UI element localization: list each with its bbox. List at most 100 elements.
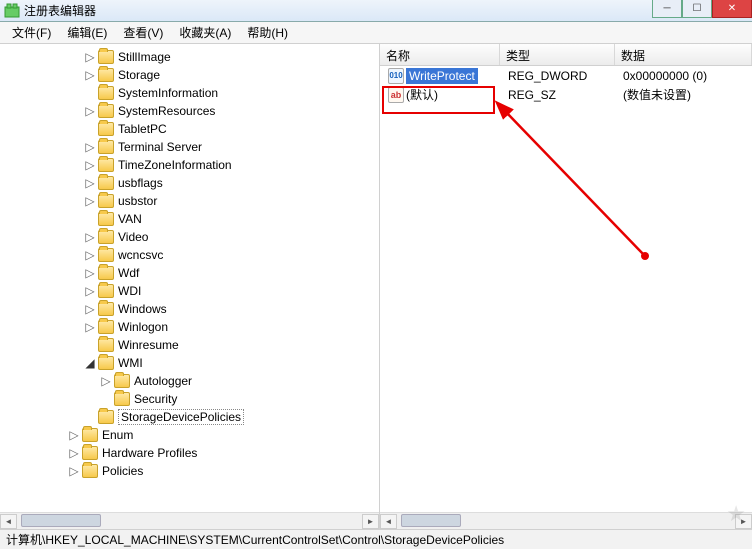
tree-item[interactable]: ◢WMI [4,354,379,372]
window-title: 注册表编辑器 [24,2,96,19]
value-row[interactable]: ab(默认)REG_SZ(数值未设置) [380,85,752,104]
tree-panel: ▷StillImage▷StorageSystemInformation▷Sys… [0,44,380,529]
tree-scroll-thumb[interactable] [21,514,101,527]
tree-item[interactable]: ▷ Policies [4,462,379,480]
tree-item[interactable]: ▷Video [4,228,379,246]
tree-item[interactable]: Winresume [4,336,379,354]
value-type: REG_SZ [504,88,619,102]
tree-item[interactable]: StorageDevicePolicies [4,408,379,426]
client-area: ▷StillImage▷StorageSystemInformation▷Sys… [0,44,752,529]
tree-item-label: Autologger [134,374,192,388]
tree-item-label: TimeZoneInformation [118,158,232,172]
list-scroll-left-button[interactable]: ◄ [380,514,397,529]
expander-collapsed-icon[interactable]: ▷ [84,231,96,243]
list-hscrollbar[interactable]: ◄ ► [380,512,752,529]
list-scroll-right-button[interactable]: ► [735,514,752,529]
tree-item[interactable]: ▷ TimeZoneInformation [4,156,379,174]
value-row[interactable]: 010WriteProtectREG_DWORD0x00000000 (0) [380,66,752,85]
folder-icon [98,338,114,352]
expander-collapsed-icon[interactable]: ▷ [68,429,80,441]
menu-bar: 文件(F) 编辑(E) 查看(V) 收藏夹(A) 帮助(H) [0,22,752,44]
folder-icon [82,464,98,478]
expander-collapsed-icon[interactable]: ▷ [100,375,112,387]
expander-collapsed-icon[interactable]: ▷ [84,141,96,153]
tree-item[interactable]: ▷ Autologger [4,372,379,390]
tree-item-label: Enum [102,428,133,442]
expander-collapsed-icon[interactable]: ▷ [84,321,96,333]
tree-item[interactable]: ▷ Windows [4,300,379,318]
scroll-right-button[interactable]: ► [362,514,379,529]
column-header-name[interactable]: 名称 [380,44,500,65]
folder-icon [98,266,114,280]
expander-collapsed-icon[interactable]: ▷ [84,249,96,261]
tree-item-label: Storage [118,68,160,82]
tree-item[interactable]: ▷SystemResources [4,102,379,120]
folder-icon [98,104,114,118]
expander-none [84,87,96,99]
tree-item[interactable]: ▷StillImage [4,48,379,66]
list-scroll-thumb[interactable] [401,514,461,527]
title-bar: 注册表编辑器 ─ ☐ ✕ [0,0,752,22]
tree-hscrollbar[interactable]: ◄ ► [0,512,379,529]
expander-collapsed-icon[interactable]: ▷ [68,447,80,459]
value-list-panel: 名称 类型 数据 010WriteProtectREG_DWORD0x00000… [380,44,752,529]
tree-item-label: Policies [102,464,143,478]
expander-collapsed-icon[interactable]: ▷ [84,267,96,279]
scroll-left-button[interactable]: ◄ [0,514,17,529]
expander-collapsed-icon[interactable]: ▷ [84,177,96,189]
value-type: REG_DWORD [504,69,619,83]
folder-icon [98,248,114,262]
column-header-data[interactable]: 数据 [615,44,752,65]
folder-icon [98,230,114,244]
expander-collapsed-icon[interactable]: ▷ [84,105,96,117]
tree-item[interactable]: SystemInformation [4,84,379,102]
folder-icon [98,50,114,64]
tree-item[interactable]: ▷usbflags [4,174,379,192]
tree-item[interactable]: Security [4,390,379,408]
tree-item-label: Windows [118,302,167,316]
tree-item[interactable]: ▷wcncsvc [4,246,379,264]
window-buttons: ─ ☐ ✕ [652,0,752,18]
tree-item[interactable]: TabletPC [4,120,379,138]
expander-expanded-icon[interactable]: ◢ [84,357,96,369]
folder-icon [98,194,114,208]
menu-favorites[interactable]: 收藏夹(A) [171,22,239,43]
menu-help[interactable]: 帮助(H) [239,22,296,43]
tree-inner[interactable]: ▷StillImage▷StorageSystemInformation▷Sys… [0,44,379,484]
tree-item[interactable]: ▷ Terminal Server [4,138,379,156]
maximize-button[interactable]: ☐ [682,0,712,18]
tree-item-label: Terminal Server [118,140,202,154]
folder-icon [98,158,114,172]
annotation-arrow [380,66,750,529]
close-button[interactable]: ✕ [712,0,752,18]
tree-item[interactable]: VAN [4,210,379,228]
tree-item[interactable]: ▷WDI [4,282,379,300]
expander-collapsed-icon[interactable]: ▷ [84,159,96,171]
dword-value-icon: 010 [388,68,404,84]
tree-item[interactable]: ▷usbstor [4,192,379,210]
minimize-button[interactable]: ─ [652,0,682,18]
expander-collapsed-icon[interactable]: ▷ [84,303,96,315]
folder-icon [82,446,98,460]
menu-view[interactable]: 查看(V) [115,22,171,43]
folder-icon [98,86,114,100]
folder-icon [98,122,114,136]
folder-icon [98,284,114,298]
menu-file[interactable]: 文件(F) [4,22,59,43]
tree-item[interactable]: ▷Hardware Profiles [4,444,379,462]
expander-collapsed-icon[interactable]: ▷ [84,285,96,297]
list-body[interactable]: 010WriteProtectREG_DWORD0x00000000 (0)ab… [380,66,752,529]
folder-icon [98,212,114,226]
expander-collapsed-icon[interactable]: ▷ [68,465,80,477]
expander-collapsed-icon[interactable]: ▷ [84,69,96,81]
tree-item[interactable]: ▷ Wdf [4,264,379,282]
column-header-type[interactable]: 类型 [500,44,615,65]
expander-collapsed-icon[interactable]: ▷ [84,51,96,63]
tree-item-label: Wdf [118,266,139,280]
tree-item[interactable]: ▷ Storage [4,66,379,84]
menu-edit[interactable]: 编辑(E) [59,22,115,43]
tree-item[interactable]: ▷Winlogon [4,318,379,336]
status-bar: 计算机\HKEY_LOCAL_MACHINE\SYSTEM\CurrentCon… [0,529,752,549]
expander-collapsed-icon[interactable]: ▷ [84,195,96,207]
tree-item[interactable]: ▷ Enum [4,426,379,444]
